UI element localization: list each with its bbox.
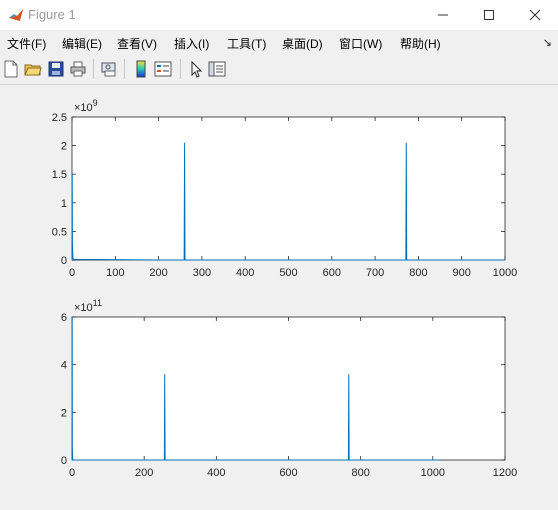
chart-1-x-tick-label: 0	[69, 267, 75, 279]
title-bar: Figure 1	[0, 0, 558, 30]
chart-2-x-tick-label: 0	[69, 467, 75, 479]
chart-1-x-tick-label: 1000	[493, 267, 517, 279]
menu-edit[interactable]: 编辑(E)	[62, 35, 102, 52]
maximize-icon	[484, 10, 494, 20]
toolbar-separator	[124, 59, 125, 79]
chart-2-axes-box	[71, 316, 506, 461]
colorbar-icon[interactable]	[132, 60, 150, 78]
chart-1-y-tick-label: 0.5	[52, 226, 67, 238]
chart-2-x-tick-label: 1000	[421, 467, 445, 479]
toolbar-separator	[180, 59, 181, 79]
chart-1-exponent-label: ×109	[74, 98, 98, 114]
chart-1-x-tick-label: 200	[149, 267, 167, 279]
chart-1-x-tick-label: 100	[106, 267, 124, 279]
minimize-button[interactable]	[420, 0, 466, 30]
figure-canvas: 0 100 200 300 400 500 600 700 800 900 1000 0 0.5 1 1.5…	[0, 85, 558, 505]
toolbar-separator	[93, 59, 94, 79]
chart-1-y-tick-label: 1.5	[52, 169, 67, 181]
window-title: Figure 1	[28, 7, 76, 22]
chart-1-x-tick-label: 600	[323, 267, 341, 279]
chart-1-x-tick-label: 500	[279, 267, 297, 279]
print-icon[interactable]	[69, 60, 87, 78]
chart-1-x-tick-label: 300	[193, 267, 211, 279]
menu-file[interactable]: 文件(F)	[7, 35, 46, 52]
chart-2-exponent-power: 11	[93, 298, 102, 308]
print-preview-icon[interactable]	[100, 60, 118, 78]
chart-1-x-tick-label: 900	[453, 267, 471, 279]
chart-1-y-tick-label: 2.5	[52, 112, 67, 124]
chart-2-y-tick-label: 0	[61, 455, 67, 467]
chart-1-x-tick-label: 700	[366, 267, 384, 279]
chart-1-y-tick-label: 0	[61, 255, 67, 267]
chart-2-x-tick-label: 200	[135, 467, 153, 479]
chart-2-x-tick-label: 1200	[493, 467, 517, 479]
menu-view[interactable]: 查看(V)	[117, 35, 157, 52]
property-editor-icon[interactable]	[208, 60, 226, 78]
chart-1-x-tick-label: 400	[236, 267, 254, 279]
pointer-icon[interactable]	[187, 60, 205, 78]
chart-2-y-tick-label: 2	[61, 407, 67, 419]
close-icon	[529, 9, 541, 21]
save-icon[interactable]	[47, 60, 65, 78]
close-button[interactable]	[512, 0, 558, 30]
chart-2-y-tick-label: 6	[61, 312, 67, 324]
menu-insert[interactable]: 插入(I)	[174, 35, 209, 52]
menu-window[interactable]: 窗口(W)	[339, 35, 382, 52]
minimize-icon	[438, 14, 448, 16]
chart-1-exponent-power: 9	[93, 98, 98, 108]
menu-bar: 文件(F) 编辑(E) 查看(V) 插入(I) 工具(T) 桌面(D) 窗口(W…	[0, 30, 558, 56]
chart-2-y-tick-label: 4	[61, 360, 67, 372]
chart-1-x-tick-label: 800	[409, 267, 427, 279]
menu-desktop[interactable]: 桌面(D)	[282, 35, 323, 52]
open-file-icon[interactable]	[24, 60, 42, 78]
matlab-logo-icon	[8, 7, 24, 23]
chart-1-y-tick-label: 2	[61, 141, 67, 153]
chart-2-exponent-label: ×1011	[74, 298, 102, 314]
dock-arrow-icon[interactable]: ↘	[543, 36, 552, 49]
menu-tools[interactable]: 工具(T)	[227, 35, 266, 52]
chart-1-y-tick-label: 1	[61, 198, 67, 210]
new-figure-icon[interactable]	[2, 60, 20, 78]
chart-2-x-tick-label: 600	[279, 467, 297, 479]
chart-1-axes-box	[71, 116, 506, 261]
chart-2-x-tick-label: 400	[207, 467, 225, 479]
toolbar	[0, 56, 558, 85]
maximize-button[interactable]	[466, 0, 512, 30]
legend-icon[interactable]	[154, 60, 172, 78]
figure-plots: 0 100 200 300 400 500 600 700 800 900 100000.511.5…	[52, 98, 518, 479]
chart-2-x-tick-label: 800	[351, 467, 369, 479]
menu-help[interactable]: 帮助(H)	[400, 35, 441, 52]
